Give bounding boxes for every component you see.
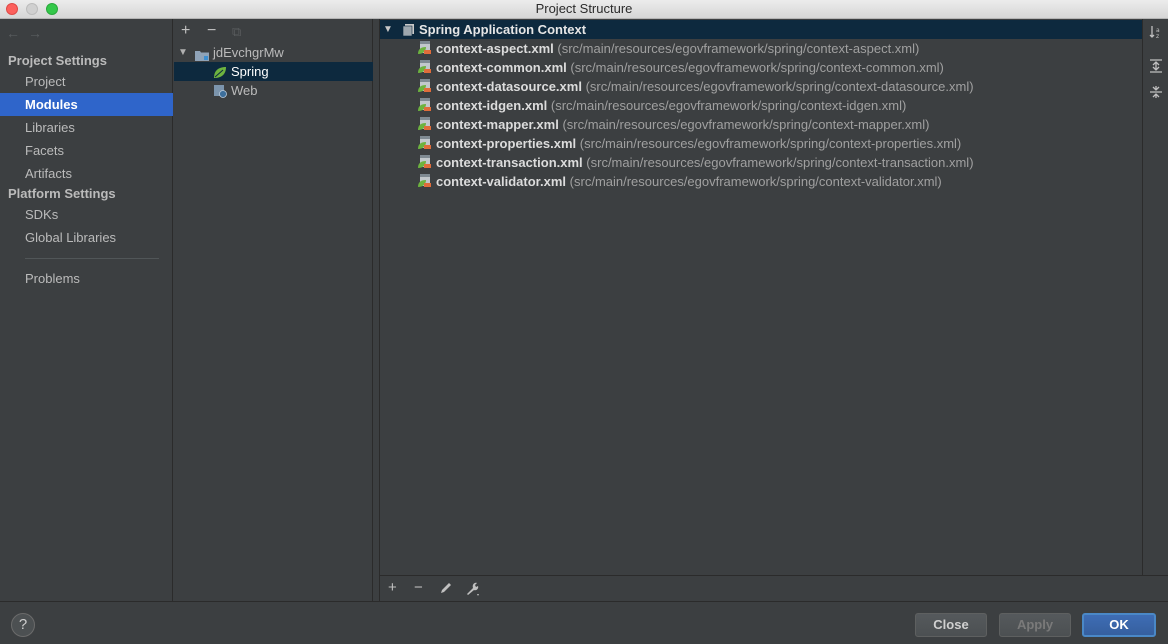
tree-side-toolbar: az	[1142, 19, 1168, 575]
module-name: jdEvchgrMw	[213, 45, 284, 60]
collapse-all-icon[interactable]	[1149, 85, 1163, 102]
tree-node-spring[interactable]: Spring	[174, 62, 373, 81]
context-file-row[interactable]: context-datasource.xml (src/main/resourc…	[418, 77, 974, 96]
context-file-path: (src/main/resources/egovframework/spring…	[557, 41, 920, 56]
context-file-path: (src/main/resources/egovframework/spring…	[562, 117, 930, 132]
sidebar-item-facets[interactable]: Facets	[0, 139, 173, 162]
context-group-icon	[402, 23, 416, 37]
tree-node-module-root[interactable]: ▼ jdEvchgrMw	[174, 43, 373, 62]
context-file-row[interactable]: context-properties.xml (src/main/resourc…	[418, 134, 961, 153]
window-title: Project Structure	[535, 1, 633, 16]
context-file-path: (src/main/resources/egovframework/spring…	[586, 155, 974, 170]
spring-application-context-node[interactable]: ▼ Spring Application Context	[380, 20, 1142, 39]
spring-xml-file-icon	[418, 174, 432, 188]
remove-module-button[interactable]: −	[207, 22, 216, 40]
spring-xml-file-icon	[418, 155, 432, 169]
sidebar-item-sdks[interactable]: SDKs	[0, 203, 173, 226]
sidebar-item-project[interactable]: Project	[0, 70, 173, 93]
dialog-footer: ? Close Apply OK	[0, 601, 1168, 644]
context-file-path: (src/main/resources/egovframework/spring…	[585, 79, 974, 94]
forward-arrow-icon[interactable]: →	[28, 25, 50, 41]
spring-xml-file-icon	[418, 98, 432, 112]
expand-all-icon[interactable]	[1149, 59, 1163, 76]
sidebar-item-modules[interactable]: Modules	[0, 93, 173, 116]
context-file-name: context-properties.xml	[436, 136, 577, 151]
context-file-row[interactable]: context-transaction.xml (src/main/resour…	[418, 153, 974, 172]
context-file-name: context-validator.xml	[436, 174, 567, 189]
tree-node-web[interactable]: Web	[174, 81, 373, 100]
context-file-row[interactable]: context-validator.xml (src/main/resource…	[418, 172, 942, 191]
facet-spring-label: Spring	[231, 64, 269, 79]
module-tree-panel: + − ⧉ ▼ jdEvchgrMw Spring Web	[174, 19, 373, 601]
context-file-path: (src/main/resources/egovframework/spring…	[550, 98, 907, 113]
help-button[interactable]: ?	[11, 613, 35, 637]
back-arrow-icon[interactable]: ←	[6, 25, 28, 41]
context-bottom-toolbar: + −	[380, 575, 1168, 601]
module-folder-icon	[195, 47, 209, 61]
context-file-name: context-mapper.xml	[436, 117, 559, 132]
context-file-name: context-common.xml	[436, 60, 567, 75]
context-file-path: (src/main/resources/egovframework/spring…	[579, 136, 962, 151]
sort-alphabetically-icon[interactable]: az	[1149, 25, 1163, 42]
spring-xml-file-icon	[418, 117, 432, 131]
add-module-button[interactable]: +	[181, 22, 190, 40]
project-structure-window: Project Structure ←→ Project Settings Pr…	[0, 0, 1168, 644]
history-navigation: ←→	[6, 25, 50, 41]
facet-web-label: Web	[231, 83, 258, 98]
spring-context-panel: ▼ Spring Application Context context-asp…	[379, 19, 1168, 601]
expand-triangle-icon[interactable]: ▼	[178, 43, 188, 62]
context-file-path: (src/main/resources/egovframework/spring…	[570, 60, 944, 75]
settings-sidebar: ←→ Project Settings Project Modules Libr…	[0, 19, 173, 601]
context-file-path: (src/main/resources/egovframework/spring…	[569, 174, 942, 189]
title-bar: Project Structure	[0, 0, 1168, 19]
copy-module-button[interactable]: ⧉	[232, 24, 241, 40]
sidebar-item-artifacts[interactable]: Artifacts	[0, 162, 173, 185]
ok-button[interactable]: OK	[1082, 613, 1156, 637]
apply-button[interactable]: Apply	[999, 613, 1071, 637]
spring-xml-file-icon	[418, 41, 432, 55]
context-file-row[interactable]: context-common.xml (src/main/resources/e…	[418, 58, 944, 77]
edit-pencil-icon[interactable]	[439, 581, 453, 599]
context-file-row[interactable]: context-aspect.xml (src/main/resources/e…	[418, 39, 919, 58]
spring-leaf-icon	[213, 65, 227, 78]
spring-xml-file-icon	[418, 60, 432, 74]
configure-wrench-icon[interactable]	[465, 581, 481, 601]
close-button[interactable]: Close	[915, 613, 987, 637]
context-header-label: Spring Application Context	[419, 22, 587, 37]
sidebar-item-problems[interactable]: Problems	[0, 267, 173, 290]
context-file-row[interactable]: context-idgen.xml (src/main/resources/eg…	[418, 96, 906, 115]
context-file-name: context-idgen.xml	[436, 98, 548, 113]
context-file-name: context-datasource.xml	[436, 79, 582, 94]
spring-xml-file-icon	[418, 136, 432, 150]
context-file-row[interactable]: context-mapper.xml (src/main/resources/e…	[418, 115, 929, 134]
remove-context-button[interactable]: −	[414, 579, 423, 596]
context-file-name: context-transaction.xml	[436, 155, 583, 170]
context-file-name: context-aspect.xml	[436, 41, 554, 56]
svg-text:z: z	[1156, 33, 1159, 39]
sidebar-item-global-libraries[interactable]: Global Libraries	[0, 226, 173, 249]
sidebar-item-libraries[interactable]: Libraries	[0, 116, 173, 139]
spring-xml-file-icon	[418, 79, 432, 93]
sidebar-divider	[25, 258, 159, 259]
collapse-triangle-icon[interactable]: ▼	[383, 20, 393, 39]
project-settings-heading: Project Settings	[8, 53, 107, 68]
web-facet-icon	[213, 84, 227, 98]
add-context-button[interactable]: +	[388, 579, 397, 596]
platform-settings-heading: Platform Settings	[8, 186, 116, 201]
